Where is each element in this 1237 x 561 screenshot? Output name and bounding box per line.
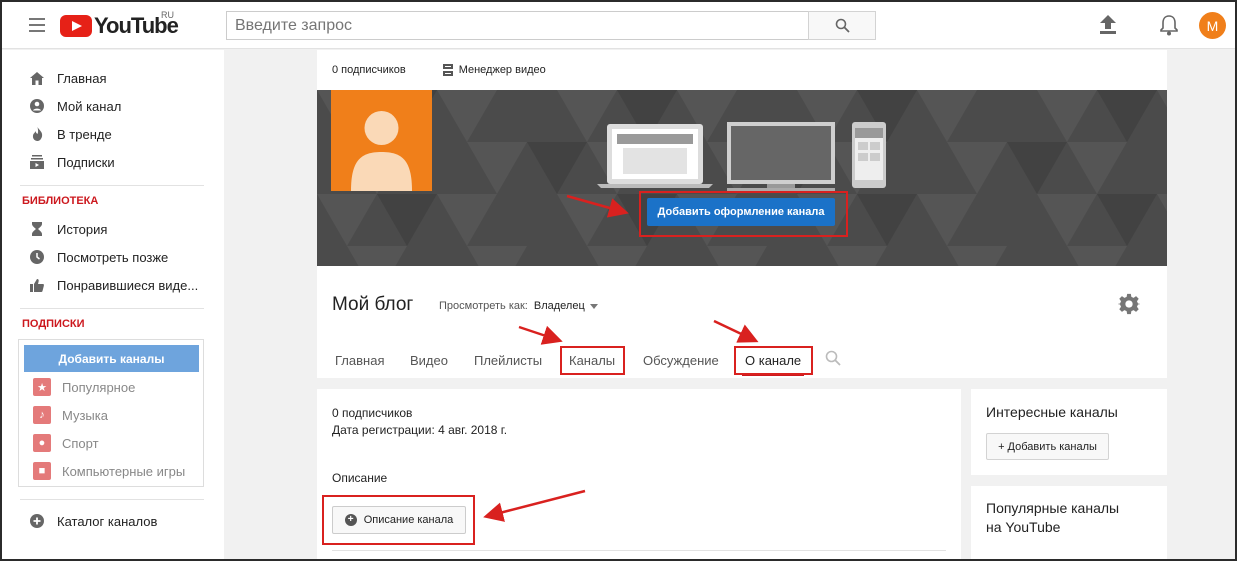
tab-playlists[interactable]: Плейлисты [474,353,542,368]
plus-circle-icon [28,512,46,530]
person-icon [28,97,46,115]
clock-icon [28,248,46,266]
channel-stats-row: 0 подписчиков Менеджер видео [332,64,546,76]
popular-channels-card: Популярные каналы на YouTube [971,486,1167,559]
view-as-dropdown[interactable]: Просмотреть как: Владелец [439,300,598,312]
popular-channels-title-line2: на YouTube [986,519,1061,535]
top-bar: YouTube RU M [2,2,1235,49]
divider [332,550,946,551]
view-as-value: Владелец [533,300,585,312]
annotation-box [639,191,848,237]
annotation-box [734,346,813,375]
divider [20,499,204,500]
search-icon[interactable] [825,350,841,366]
sidebar-item-label: Каталог каналов [57,513,158,529]
subscription-item-music[interactable]: ♪ Музыка [33,406,108,424]
annotation-box [560,346,625,375]
sidebar-item-label: Подписки [57,154,115,170]
featured-channels-card: Интересные каналы + Добавить каналы [971,389,1167,475]
library-title: БИБЛИОТЕКА [22,195,99,207]
video-manager-label: Менеджер видео [458,64,546,76]
sidebar: Главная Мой канал В тренде Подписки БИБЛ… [2,50,224,559]
featured-channels-title: Интересные каналы [986,404,1118,420]
divider [20,185,204,186]
tab-home[interactable]: Главная [335,353,384,368]
popular-channels-title-line1: Популярные каналы [986,500,1120,516]
sidebar-item-catalog[interactable]: Каталог каналов [28,512,157,530]
tab-discussion[interactable]: Обсуждение [643,353,719,368]
sidebar-item-label: Посмотреть позже [57,249,169,265]
description-heading: Описание [332,471,388,485]
video-manager-icon [442,64,453,76]
subscription-label: Спорт [62,435,99,451]
subscriptions-box: Добавить каналы ★ Популярное ♪ Музыка ● … [18,339,204,487]
search-button[interactable] [808,11,876,40]
hourglass-icon [28,220,46,238]
subscriptions-title: ПОДПИСКИ [22,318,85,330]
logo-region: RU [161,10,174,20]
subscription-item-popular[interactable]: ★ Популярное [33,378,135,396]
gear-icon[interactable] [1118,293,1140,315]
divider [20,308,204,309]
ball-icon: ● [33,434,51,452]
tab-videos[interactable]: Видео [410,353,448,368]
home-icon [28,69,46,87]
default-avatar-icon [351,111,412,191]
subscription-label: Музыка [62,407,108,423]
music-icon: ♪ [33,406,51,424]
subscription-item-sport[interactable]: ● Спорт [33,434,99,452]
bell-icon[interactable] [1160,14,1178,36]
sidebar-item-label: Главная [57,70,107,86]
annotation-box [322,495,475,545]
channel-banner: Добавить оформление канала [317,90,1167,266]
sidebar-item-liked[interactable]: Понравившиеся виде... [28,276,198,294]
subscription-label: Популярное [62,379,136,395]
add-channels-button[interactable]: Добавить каналы [24,345,199,372]
play-logo-icon [60,15,92,37]
about-subscribers: 0 подписчиков [332,406,413,420]
sidebar-item-label: В тренде [57,126,112,142]
view-as-label: Просмотреть как: [439,300,528,312]
search-input[interactable] [226,11,809,40]
star-icon: ★ [33,378,51,396]
channel-header-card: 0 подписчиков Менеджер видео Добавить оф… [317,50,1167,378]
channel-avatar[interactable] [331,90,432,191]
add-featured-channels-button[interactable]: + Добавить каналы [986,433,1109,460]
video-manager-link[interactable]: Менеджер видео [442,64,546,76]
subscriber-count: 0 подписчиков [332,64,406,76]
sidebar-item-label: Мой канал [57,98,122,114]
subscription-item-games[interactable]: ■ Компьютерные игры [33,462,185,480]
sidebar-item-my-channel[interactable]: Мой канал [28,97,121,115]
gamepad-icon: ■ [33,462,51,480]
thumbs-up-icon [28,276,46,294]
sidebar-item-trending[interactable]: В тренде [28,125,112,143]
search-icon [835,18,850,33]
subscription-label: Компьютерные игры [62,463,186,479]
avatar[interactable]: M [1199,12,1226,39]
banner-pattern [317,90,1167,266]
caret-down-icon [589,303,598,309]
sidebar-item-label: Понравившиеся виде... [57,277,199,293]
sidebar-item-subscriptions[interactable]: Подписки [28,153,115,171]
sidebar-item-label: История [57,221,108,237]
sidebar-item-history[interactable]: История [28,220,107,238]
sidebar-item-home[interactable]: Главная [28,69,106,87]
screenshot-frame: YouTube RU M Главная Мой канал В тренде … [0,0,1237,561]
sidebar-item-watch-later[interactable]: Посмотреть позже [28,248,168,266]
subscriptions-icon [28,153,46,171]
channel-title: Мой блог [332,294,414,315]
about-joined-date: Дата регистрации: 4 авг. 2018 г. [332,423,508,437]
menu-icon[interactable] [29,18,45,32]
upload-icon[interactable] [1099,15,1117,35]
about-card: 0 подписчиков Дата регистрации: 4 авг. 2… [317,389,961,559]
fire-icon [28,125,46,143]
